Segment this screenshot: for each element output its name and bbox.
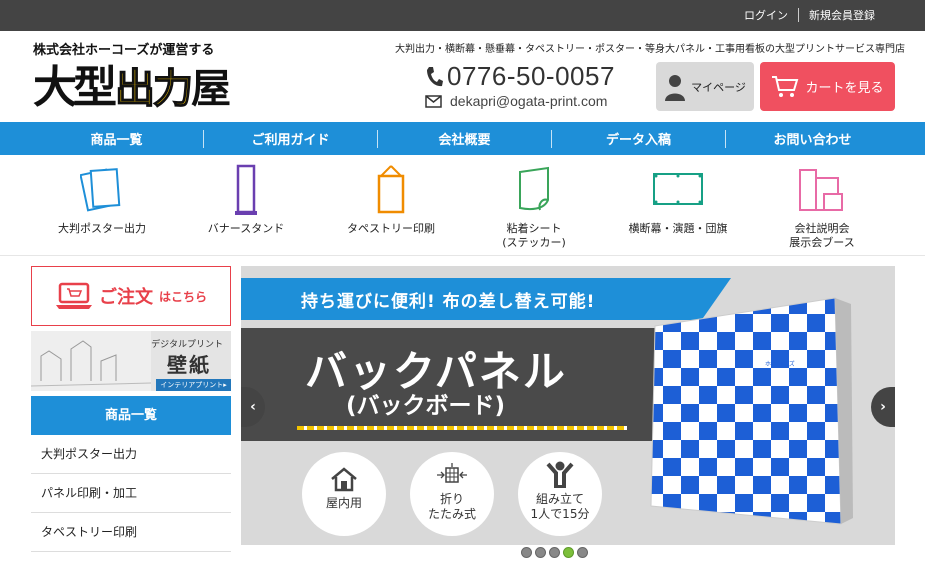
category-exhibition[interactable]: 会社説明会 展示会ブース bbox=[747, 164, 897, 250]
category-strip: 大判ポスター出力 バナースタンド タペストリー印刷 粘着シート (ステッカー) … bbox=[0, 156, 925, 256]
promo-band-text: 持ち運びに便利! 布の差し替え可能! bbox=[301, 292, 596, 312]
sidebar-product-list: 大判ポスター出力 パネル印刷・加工 タペストリー印刷 bbox=[31, 435, 231, 552]
feature-indoor: 屋内用 bbox=[302, 452, 386, 536]
category-label: タペストリー印刷 bbox=[347, 222, 435, 235]
slider-dot-active[interactable] bbox=[563, 547, 574, 558]
slide-subtitle: (バックボード) bbox=[346, 393, 506, 419]
banner-flag-icon bbox=[653, 173, 703, 205]
feature-text: 組み立て 1人で15分 bbox=[530, 492, 590, 521]
dashed-underline bbox=[297, 426, 627, 430]
phone-contact[interactable]: 0776-50-0057 bbox=[425, 61, 615, 92]
slider-next-button[interactable]: › bbox=[871, 387, 895, 427]
account-links: ログイン 新規会員登録 bbox=[734, 7, 885, 23]
slider-dot[interactable] bbox=[521, 547, 532, 558]
house-icon bbox=[331, 467, 357, 492]
phone-icon bbox=[427, 66, 443, 86]
back-panel-image: ホーコーズ bbox=[650, 297, 853, 525]
wallpaper-banner[interactable]: デジタルプリント 壁紙 インテリアプリント▸ bbox=[31, 331, 231, 391]
tagline: 大判出力・横断幕・懸垂幕・タペストリー・ポスター・等身大パネル・工事用看板の大型… bbox=[395, 44, 905, 55]
slider-dot[interactable] bbox=[549, 547, 560, 558]
main-nav: 商品一覧 ご利用ガイド 会社概要 データ入稿 お問い合わせ bbox=[0, 122, 925, 155]
cart-label: カートを見る bbox=[805, 81, 884, 96]
nav-guide[interactable]: ご利用ガイド bbox=[204, 129, 377, 148]
svg-text:出: 出 bbox=[115, 66, 155, 110]
panel-text: ホーコーズ bbox=[765, 360, 795, 368]
site-logo[interactable]: 大 型 出 力 屋 bbox=[33, 58, 233, 110]
laptop-cart-icon bbox=[55, 282, 92, 309]
room-illustration bbox=[31, 331, 151, 391]
user-icon bbox=[665, 74, 686, 101]
nav-contact[interactable]: お問い合わせ bbox=[726, 129, 899, 148]
person-icon bbox=[546, 461, 574, 489]
phone-number: 0776-50-0057 bbox=[447, 61, 615, 91]
category-banner-flag[interactable]: 横断幕・演題・団旗 bbox=[603, 164, 753, 236]
sidebar-item-tapestry[interactable]: タペストリー印刷 bbox=[31, 513, 231, 552]
cart-button[interactable]: カートを見る bbox=[760, 62, 895, 111]
nav-company[interactable]: 会社概要 bbox=[378, 129, 551, 148]
mypage-label: マイページ bbox=[691, 80, 746, 94]
category-tapestry[interactable]: タペストリー印刷 bbox=[316, 164, 466, 236]
register-link[interactable]: 新規会員登録 bbox=[799, 7, 885, 23]
nav-products[interactable]: 商品一覧 bbox=[30, 129, 203, 148]
category-label: バナースタンド bbox=[207, 222, 285, 235]
nav-data-upload[interactable]: データ入稿 bbox=[552, 129, 725, 148]
login-link[interactable]: ログイン bbox=[734, 7, 798, 23]
category-label: 大判ポスター出力 bbox=[58, 222, 146, 235]
slider-dots bbox=[521, 547, 588, 558]
hero-slider[interactable]: 持ち運びに便利! 布の差し替え可能! バックパネル (バックボード) 屋内用 折… bbox=[241, 266, 895, 545]
svg-text:型: 型 bbox=[73, 62, 117, 110]
category-label: 横断幕・演題・団旗 bbox=[628, 222, 728, 235]
order-label: ご注文 bbox=[98, 287, 153, 308]
tapestry-icon bbox=[377, 165, 405, 214]
email-address: dekapri@ogata-print.com bbox=[450, 93, 608, 109]
feature-text: 折り たたみ式 bbox=[427, 492, 476, 521]
poster-icon bbox=[80, 168, 121, 212]
wallpaper-sub: インテリアプリント▸ bbox=[156, 379, 231, 391]
order-sub-label: はこちら bbox=[158, 289, 207, 304]
svg-text:屋: 屋 bbox=[191, 66, 231, 110]
svg-text:大: 大 bbox=[33, 62, 77, 110]
svg-text:力: 力 bbox=[153, 66, 193, 110]
category-banner-stand[interactable]: バナースタンド bbox=[171, 164, 321, 236]
sticker-sheet-icon bbox=[519, 166, 549, 211]
feature-folding: 折り たたみ式 bbox=[410, 452, 494, 536]
wallpaper-title: 壁紙 bbox=[167, 353, 211, 377]
sidebar-heading: 商品一覧 bbox=[31, 396, 231, 435]
top-bar: ログイン 新規会員登録 bbox=[0, 0, 925, 31]
mypage-button[interactable]: マイページ bbox=[656, 62, 754, 111]
slider-dot[interactable] bbox=[577, 547, 588, 558]
fold-icon bbox=[437, 463, 467, 483]
category-label: 会社説明会 展示会ブース bbox=[789, 222, 855, 249]
banner-stand-icon bbox=[235, 164, 257, 215]
email-contact[interactable]: dekapri@ogata-print.com bbox=[425, 93, 607, 109]
feature-text: 屋内用 bbox=[325, 496, 362, 510]
mail-icon bbox=[425, 94, 442, 108]
cart-icon bbox=[772, 75, 799, 97]
sidebar-item-poster[interactable]: 大判ポスター出力 bbox=[31, 435, 231, 474]
slider-dot[interactable] bbox=[535, 547, 546, 558]
order-button[interactable]: ご注文 はこちら bbox=[31, 266, 231, 326]
category-sticker[interactable]: 粘着シート (ステッカー) bbox=[459, 164, 609, 250]
category-poster[interactable]: 大判ポスター出力 bbox=[27, 164, 177, 236]
category-label: 粘着シート (ステッカー) bbox=[502, 222, 566, 249]
company-name: 株式会社ホーコーズが運営する bbox=[33, 43, 215, 58]
sidebar-item-panel[interactable]: パネル印刷・加工 bbox=[31, 474, 231, 513]
exhibition-booth-icon bbox=[799, 169, 843, 211]
feature-assembly: 組み立て 1人で15分 bbox=[518, 452, 602, 536]
